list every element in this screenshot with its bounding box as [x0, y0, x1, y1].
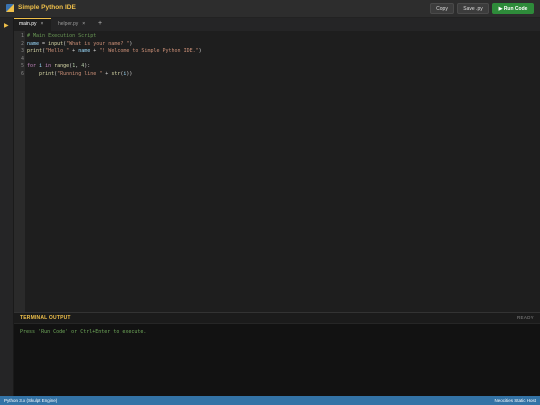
- copy-button[interactable]: Copy: [430, 3, 454, 14]
- code-token: +: [102, 70, 112, 77]
- code-text: print("Running line " + str(i)): [27, 71, 132, 79]
- code-token: print: [27, 48, 43, 54]
- status-host: Neocities Static Host: [494, 398, 536, 403]
- code-token: name: [78, 48, 91, 54]
- code-token: range: [54, 63, 70, 69]
- code-token: ): [129, 40, 133, 47]
- code-editor[interactable]: 1 # Main Execution Script 2 name = input("W…: [14, 31, 540, 312]
- line-number: 5: [20, 63, 24, 69]
- status-engine: Python 3.x (Skulpt Engine): [4, 398, 58, 403]
- app-title: Simple Python IDE: [18, 4, 76, 11]
- line-number: 1: [20, 33, 24, 39]
- tab-helper-py[interactable]: helper.py ×: [53, 18, 93, 31]
- code-line[interactable]: 3 print("Hello " + name + "! Welcome to S…: [14, 48, 540, 56]
- code-text: name = input("What is your name? "): [27, 41, 132, 49]
- title-bar: Simple Python IDE Copy Save .py ▶ Run Co…: [0, 0, 540, 18]
- tab-bar: main.py × helper.py × +: [14, 18, 540, 31]
- code-token: str: [111, 70, 121, 77]
- code-token: # Main Execution Script: [27, 33, 97, 39]
- terminal-title: TERMINAL OUTPUT: [20, 315, 71, 321]
- code-token: "! Welcome to Simple Python IDE.": [99, 48, 199, 54]
- code-line[interactable]: 2 name = input("What is your name? "): [14, 41, 540, 49]
- terminal-output: Press 'Run Code' or Ctrl+Enter to execut…: [20, 329, 147, 335]
- code-token: print: [39, 70, 55, 77]
- code-token: ): [198, 48, 202, 54]
- code-token: +: [90, 48, 100, 54]
- terminal-header: TERMINAL OUTPUT READY: [14, 313, 540, 324]
- line-number: 3: [20, 48, 24, 54]
- code-token: =: [39, 40, 49, 47]
- add-tab-button[interactable]: +: [98, 18, 102, 31]
- code-token: input: [48, 40, 64, 47]
- code-token: name: [27, 40, 40, 47]
- line-number: 6: [20, 70, 24, 77]
- close-icon[interactable]: ×: [82, 21, 85, 27]
- code-text: for i in range(1, 4):: [27, 63, 90, 71]
- code-token: i: [36, 63, 46, 69]
- code-line[interactable]: 1 # Main Execution Script: [14, 33, 540, 41]
- close-icon[interactable]: ×: [41, 21, 44, 27]
- code-token: ):: [84, 63, 91, 69]
- tab-label: main.py: [19, 21, 37, 27]
- code-line[interactable]: 4: [14, 56, 540, 64]
- line-number: 2: [20, 40, 24, 47]
- code-token: for: [27, 63, 37, 69]
- code-token: +: [69, 48, 79, 54]
- code-line[interactable]: 5 for i in range(1, 4):: [14, 63, 540, 71]
- code-text: print("Hello " + name + "! Welcome to Si…: [27, 48, 202, 56]
- code-token: )): [126, 70, 133, 77]
- code-area[interactable]: 1 # Main Execution Script 2 name = input("W…: [14, 33, 540, 78]
- run-play-icon[interactable]: ▶: [4, 23, 9, 29]
- terminal-panel: TERMINAL OUTPUT READY Press 'Run Code' o…: [14, 312, 540, 397]
- save-button[interactable]: Save .py: [457, 3, 489, 14]
- code-token: "What is your name? ": [66, 40, 130, 47]
- python-logo-icon: [6, 4, 14, 12]
- activity-bar: ▶: [0, 18, 14, 396]
- code-line[interactable]: 6 print("Running line " + str(i)): [14, 71, 540, 79]
- code-token: "Running line ": [57, 70, 103, 77]
- terminal-status: READY: [516, 315, 534, 320]
- code-text: # Main Execution Script: [27, 33, 96, 41]
- code-token: "Hello ": [45, 48, 70, 54]
- tab-label: helper.py: [58, 21, 79, 27]
- run-code-button[interactable]: ▶ Run Code: [492, 3, 534, 14]
- line-number: 4: [20, 55, 24, 62]
- status-bar: Python 3.x (Skulpt Engine) Neocities Sta…: [0, 396, 540, 405]
- tab-main-py[interactable]: main.py ×: [14, 18, 51, 31]
